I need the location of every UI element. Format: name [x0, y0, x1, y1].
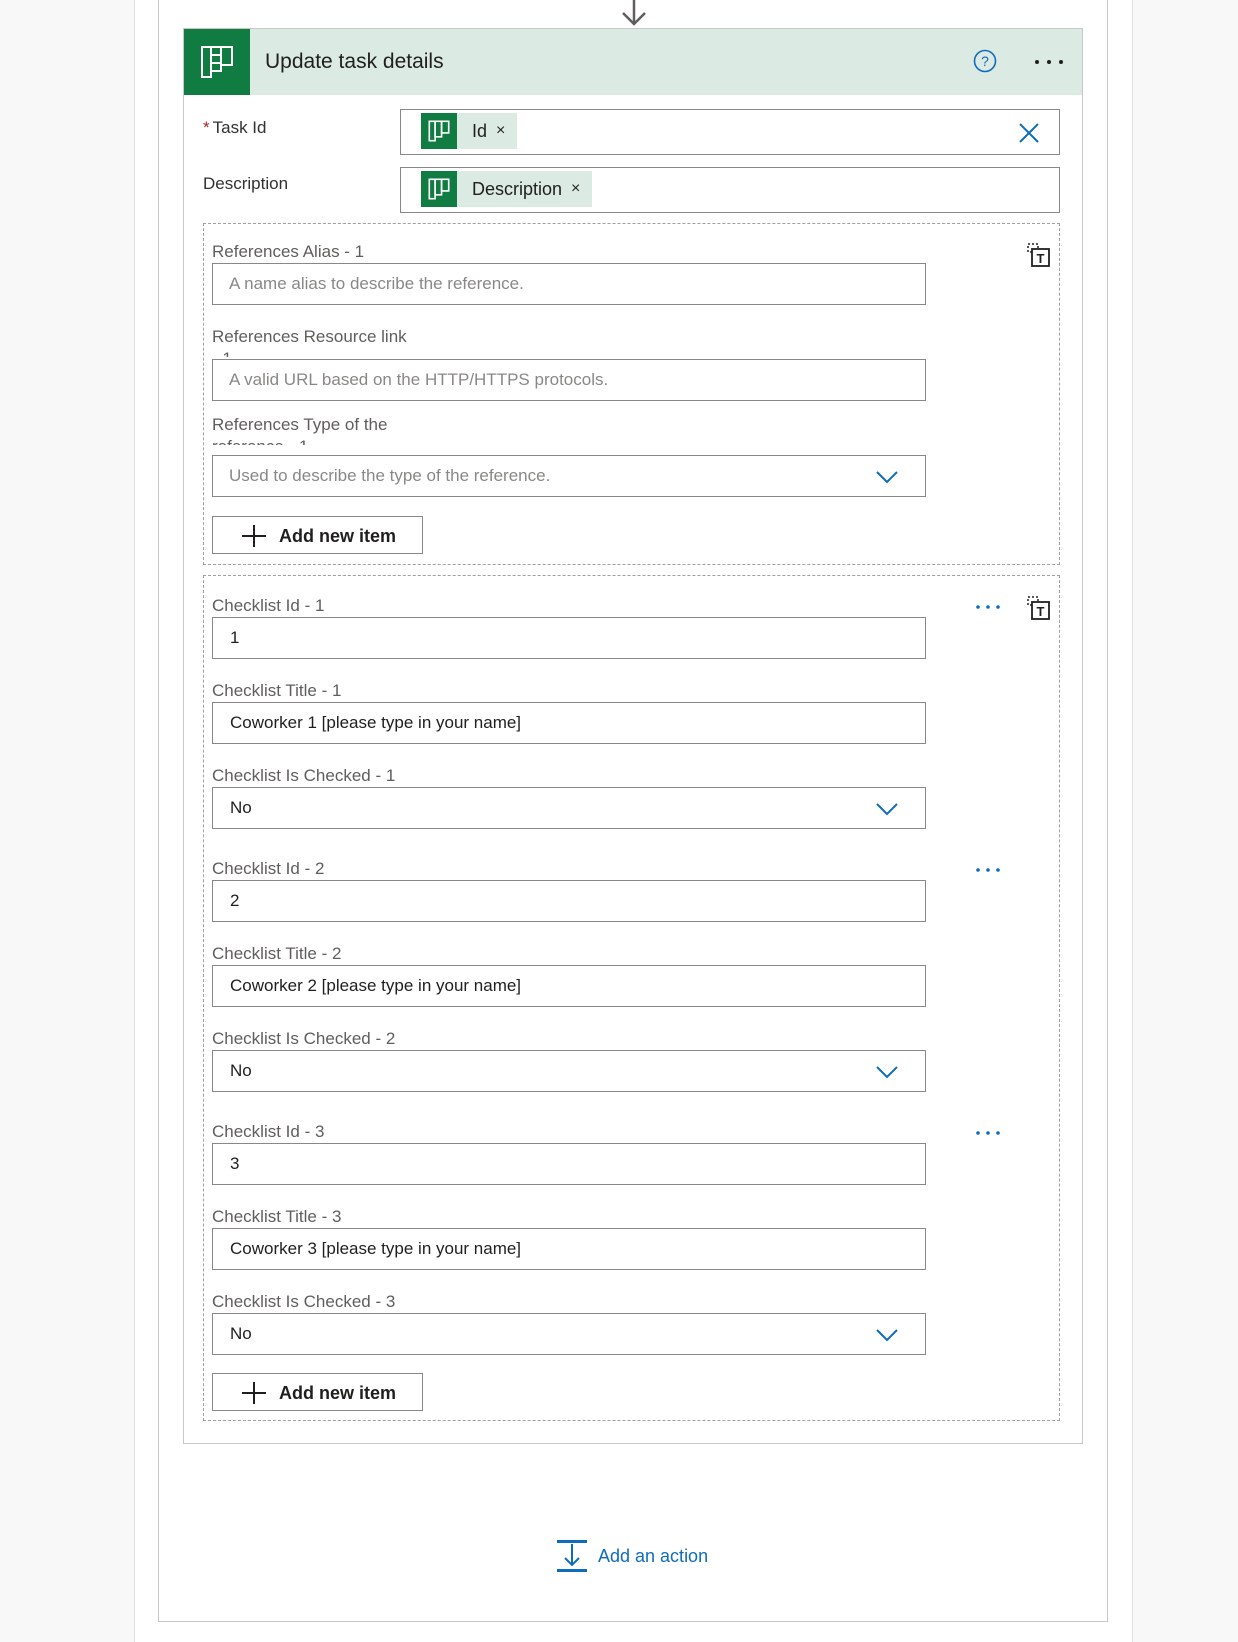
input-value: Coworker 3 [please type in your name]: [230, 1239, 522, 1258]
card-header[interactable]: Update task details ?: [184, 29, 1082, 95]
references-resource-input[interactable]: A valid URL based on the HTTP/HTTPS prot…: [212, 359, 926, 401]
references-add-new-item-button[interactable]: Add new item: [212, 516, 423, 554]
description-label: Description: [203, 174, 289, 193]
chevron-down-icon[interactable]: [875, 469, 899, 485]
checklist-id-input[interactable]: 1: [212, 617, 926, 659]
checklist-title-label: Checklist Title - 3: [212, 1207, 342, 1226]
more-options-icon[interactable]: [1032, 57, 1066, 67]
plus-icon: [242, 525, 266, 547]
checklist-title-input[interactable]: Coworker 3 [please type in your name]: [212, 1228, 926, 1270]
references-alias-label: References Alias - 1: [212, 242, 365, 261]
token-label: Description: [472, 178, 563, 199]
chevron-down-icon[interactable]: [875, 801, 899, 817]
svg-text:?: ?: [981, 53, 989, 69]
checklist-id-input[interactable]: 3: [212, 1143, 926, 1185]
checklist-id-input[interactable]: 2: [212, 880, 926, 922]
item-more-options-icon[interactable]: [975, 866, 1001, 874]
add-new-item-label: Add new item: [279, 1383, 397, 1403]
references-alias-input[interactable]: A name alias to describe the reference.: [212, 263, 926, 305]
switch-to-text-mode-icon[interactable]: T: [1026, 242, 1052, 268]
input-value: Coworker 2 [please type in your name]: [230, 976, 522, 995]
input-value: Coworker 1 [please type in your name]: [230, 713, 522, 732]
svg-text:T: T: [1037, 604, 1045, 619]
checklist-id-label: Checklist Id - 2: [212, 859, 325, 878]
placeholder: A valid URL based on the HTTP/HTTPS prot…: [229, 370, 609, 389]
references-type-dropdown[interactable]: Used to describe the type of the referen…: [212, 455, 926, 497]
checklist-id-label: Checklist Id - 3: [212, 1122, 325, 1141]
item-more-options-icon[interactable]: [975, 1129, 1001, 1137]
card-title: Update task details: [265, 50, 444, 73]
flow-arrow-down-icon: [622, 0, 646, 26]
input-value: 1: [230, 628, 240, 647]
input-value: No: [230, 1324, 252, 1343]
references-group: T References Alias - 1 A name alias to d…: [203, 223, 1060, 565]
description-field[interactable]: Description ×: [400, 167, 1060, 213]
task-id-label-text: Task Id: [212, 118, 267, 137]
checklist-is-checked-dropdown[interactable]: No: [212, 1050, 926, 1092]
clear-field-icon[interactable]: [1017, 121, 1041, 145]
checklist-group: T Checklist Id - 1 1 Checklist Title - 1…: [203, 575, 1060, 1421]
planner-icon: [421, 171, 457, 207]
planner-icon: [184, 29, 250, 95]
planner-icon: [421, 113, 457, 149]
token-label: Id: [472, 120, 488, 141]
checklist-is-checked-label: Checklist Is Checked - 2: [212, 1029, 396, 1048]
input-value: 2: [230, 891, 240, 910]
chevron-down-icon[interactable]: [875, 1327, 899, 1343]
checklist-is-checked-label: Checklist Is Checked - 3: [212, 1292, 396, 1311]
update-task-details-card: Update task details ? * Task Id Id × Desc…: [183, 28, 1083, 1444]
dynamic-content-token-description[interactable]: Description ×: [421, 171, 593, 207]
checklist-title-label: Checklist Title - 2: [212, 944, 342, 963]
add-an-action-button[interactable]: Add an action: [556, 1538, 708, 1574]
checklist-title-input[interactable]: Coworker 2 [please type in your name]: [212, 965, 926, 1007]
add-action-icon: [557, 1540, 587, 1572]
checklist-is-checked-dropdown[interactable]: No: [212, 1313, 926, 1355]
checklist-add-new-item-button[interactable]: Add new item: [212, 1373, 423, 1411]
input-value: No: [230, 798, 252, 817]
plus-icon: [242, 1382, 266, 1404]
input-value: 3: [230, 1154, 240, 1173]
add-new-item-label: Add new item: [279, 526, 397, 546]
checklist-title-label: Checklist Title - 1: [212, 681, 342, 700]
task-id-field[interactable]: Id ×: [400, 109, 1060, 155]
dynamic-content-token-id[interactable]: Id ×: [421, 113, 518, 149]
token-remove-icon[interactable]: ×: [496, 122, 505, 140]
checklist-title-input[interactable]: Coworker 1 [please type in your name]: [212, 702, 926, 744]
checklist-is-checked-label: Checklist Is Checked - 1: [212, 766, 396, 785]
checklist-id-label: Checklist Id - 1: [212, 596, 325, 615]
task-id-label: * Task Id: [203, 118, 266, 138]
chevron-down-icon[interactable]: [875, 1064, 899, 1080]
references-type-label: References Type of the reference - 1: [212, 415, 388, 445]
placeholder: Used to describe the type of the referen…: [229, 466, 551, 485]
checklist-is-checked-dropdown[interactable]: No: [212, 787, 926, 829]
placeholder: A name alias to describe the reference.: [229, 274, 524, 293]
input-value: No: [230, 1061, 252, 1080]
add-an-action-label: Add an action: [598, 1545, 709, 1566]
svg-text:T: T: [1037, 251, 1045, 266]
references-resource-label: References Resource link - 1: [212, 327, 407, 357]
switch-to-text-mode-icon[interactable]: T: [1026, 595, 1052, 621]
token-remove-icon[interactable]: ×: [571, 180, 580, 198]
help-icon[interactable]: ?: [973, 49, 997, 73]
item-more-options-icon[interactable]: [975, 603, 1001, 611]
required-mark: *: [203, 118, 210, 137]
